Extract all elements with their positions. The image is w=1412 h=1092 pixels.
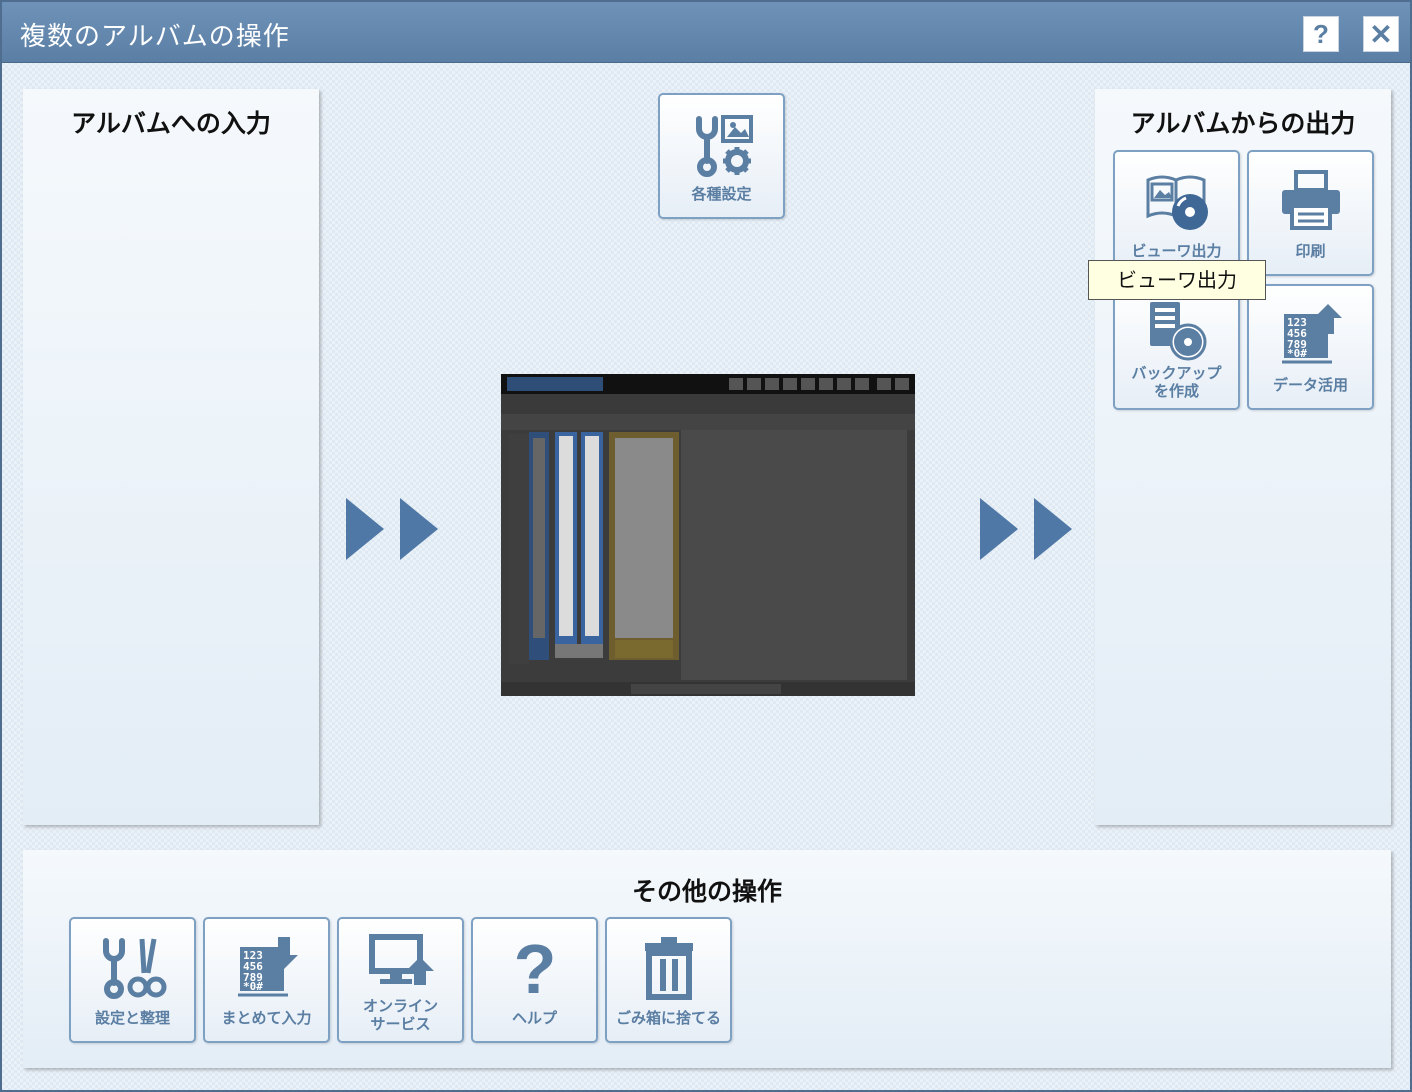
data-use-label: データ活用 xyxy=(1272,376,1348,394)
online-service-label-line2: サービス xyxy=(370,1015,431,1033)
album-output-title: アルバムからの出力 xyxy=(1130,109,1356,138)
album-operations-window: 複数のアルバムの操作 ? ✕ アルバムへの入力 各種設定 アルバムからの出力 ビ… xyxy=(0,0,1412,1092)
title-bar: 複数のアルバムの操作 ? ✕ xyxy=(2,2,1410,63)
svg-text:*0#: *0# xyxy=(243,980,263,993)
backup-button[interactable]: バックアップ を作成 xyxy=(1113,284,1240,410)
svg-text:?: ? xyxy=(513,933,556,1003)
help-tile-button[interactable]: ? ヘルプ xyxy=(471,917,598,1043)
album-input-panel: アルバムへの入力 xyxy=(23,89,319,825)
trash-label: ごみ箱に捨てる xyxy=(615,1009,721,1027)
album-input-title: アルバムへの入力 xyxy=(71,109,271,138)
album-preview-image xyxy=(501,374,915,696)
double-arrow-left-icon xyxy=(346,498,438,560)
settings-organize-label: 設定と整理 xyxy=(94,1009,170,1027)
backup-label-line2: を作成 xyxy=(1153,382,1199,400)
online-service-label-line1: オンライン xyxy=(362,997,438,1015)
double-arrow-right-icon xyxy=(980,498,1072,560)
settings-label: 各種設定 xyxy=(691,185,752,203)
settings-organize-button[interactable]: 設定と整理 xyxy=(69,917,196,1043)
viewer-output-label: ビューワ出力 xyxy=(1131,242,1222,260)
bulk-input-icon: 123 456 789 *0# xyxy=(205,933,328,1003)
backup-label-line1: バックアップ xyxy=(1131,364,1222,382)
help-icon: ? xyxy=(473,933,596,1003)
data-use-button[interactable]: 123 456 789 *0# データ活用 xyxy=(1247,284,1374,410)
close-button[interactable]: ✕ xyxy=(1363,16,1399,52)
help-button[interactable]: ? xyxy=(1303,16,1339,52)
viewer-output-icon xyxy=(1115,166,1238,236)
bulk-input-label: まとめて入力 xyxy=(221,1009,312,1027)
viewer-output-tooltip: ビューワ出力 xyxy=(1088,260,1266,300)
svg-text:*0#: *0# xyxy=(1287,347,1307,360)
window-title: 複数のアルバムの操作 xyxy=(20,22,290,52)
settings-icon xyxy=(660,109,783,179)
online-service-button[interactable]: オンライン サービス xyxy=(337,917,464,1043)
trash-icon xyxy=(607,933,730,1003)
other-operations-title: その他の操作 xyxy=(631,877,782,906)
help-label: ヘルプ xyxy=(511,1009,557,1027)
online-service-label: オンライン サービス xyxy=(339,997,462,1033)
bulk-input-button[interactable]: 123 456 789 *0# まとめて入力 xyxy=(203,917,330,1043)
settings-button[interactable]: 各種設定 xyxy=(658,93,785,219)
print-label: 印刷 xyxy=(1295,242,1326,260)
backup-label: バックアップ を作成 xyxy=(1115,364,1238,400)
online-service-icon xyxy=(339,929,462,999)
viewer-output-button[interactable]: ビューワ出力 xyxy=(1113,150,1240,276)
tools-icon xyxy=(71,933,194,1003)
backup-icon xyxy=(1115,296,1238,366)
trash-button[interactable]: ごみ箱に捨てる xyxy=(605,917,732,1043)
printer-icon xyxy=(1249,166,1372,236)
print-button[interactable]: 印刷 xyxy=(1247,150,1374,276)
data-use-icon: 123 456 789 *0# xyxy=(1249,300,1372,370)
